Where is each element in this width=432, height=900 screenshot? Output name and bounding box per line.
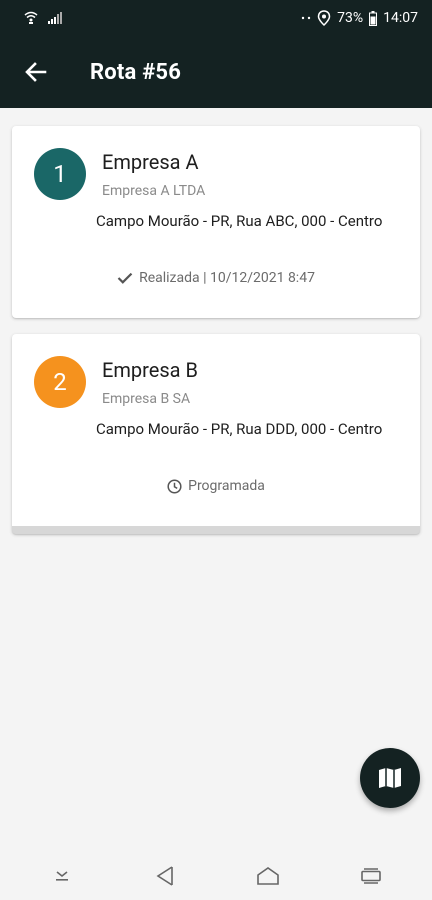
app-bar: Rota #56 [0,36,432,108]
stop-number-badge: 1 [34,148,86,200]
stop-status-text: Programada [188,478,265,494]
arrow-left-icon [25,62,47,82]
stop-status: Realizada | 10/12/2021 8:47 [12,270,420,286]
back-button[interactable] [4,36,68,108]
signal-icon [48,12,62,24]
map-icon [379,768,401,788]
map-button[interactable] [360,748,420,808]
system-nav-bar [0,852,432,900]
hide-keyboard-icon [55,871,68,881]
wifi-calling-icon [24,11,38,24]
status-right: 73% 14:07 [301,10,418,26]
stop-status-text: Realizada | 10/12/2021 8:47 [139,270,315,286]
status-left [24,11,62,25]
stop-number-badge: 2 [34,356,86,408]
company-name: Empresa A [102,150,199,174]
company-legal-name: Empresa B SA [102,391,191,407]
home-nav-button[interactable] [244,856,292,896]
hide-keyboard-button[interactable] [38,856,86,896]
back-triangle-icon [156,866,173,886]
check-icon [117,272,133,284]
stop-address: Campo Mourão - PR, Rua DDD, 000 - Centro [96,420,383,438]
stop-address: Campo Mourão - PR, Rua ABC, 000 - Centro [96,212,383,230]
company-legal-name: Empresa A LTDA [102,183,206,199]
battery-level: 73% [337,10,364,26]
recents-nav-button[interactable] [347,856,395,896]
dots-icon [301,16,311,20]
back-nav-button[interactable] [141,856,189,896]
home-icon [256,867,279,885]
company-name: Empresa B [102,358,198,382]
stop-card[interactable]: 1 Empresa A Empresa A LTDA Campo Mourão … [12,126,420,318]
location-icon [317,10,331,26]
clock-icon [167,478,182,494]
status-bar: 73% 14:07 [0,0,432,36]
stop-card[interactable]: 2 Empresa B Empresa B SA Campo Mourão - … [12,334,420,534]
stop-number: 1 [53,160,67,188]
battery-icon [369,10,378,26]
clock-time: 14:07 [383,10,418,26]
stop-status: Programada [12,478,420,494]
page-title: Rota #56 [90,59,182,85]
recents-icon [360,868,381,884]
stop-number: 2 [53,368,67,396]
